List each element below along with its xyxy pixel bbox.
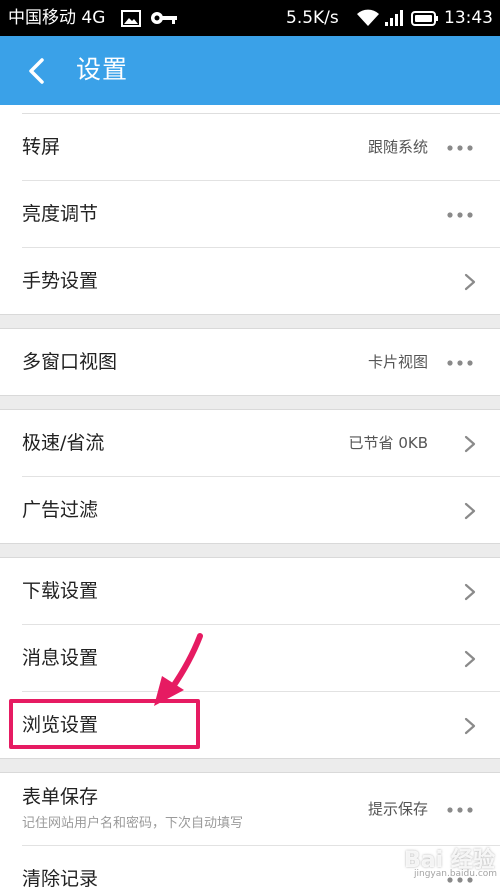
key-icon: [151, 12, 177, 24]
settings-item-brightness[interactable]: 亮度调节: [22, 181, 500, 248]
battery-icon: [411, 11, 438, 26]
settings-item-label: 手势设置: [22, 270, 99, 292]
status-bar: 中国移动 4G 5.5K/s 13:43: [0, 0, 500, 36]
settings-item-browsing[interactable]: 浏览设置: [22, 692, 500, 758]
chevron-right-icon: [464, 435, 476, 453]
settings-item-ad-filter[interactable]: 广告过滤: [22, 477, 500, 543]
chevron-right-icon: [464, 650, 476, 668]
settings-item-label: 转屏: [22, 136, 61, 158]
settings-item-multiwindow[interactable]: 多窗口视图 卡片视图: [22, 329, 500, 395]
signal-icon: [385, 10, 403, 26]
chevron-right-icon: [464, 273, 476, 291]
settings-group-speed: 极速/省流 已节省 0KB 广告过滤: [0, 409, 500, 544]
chevron-right-icon: [464, 502, 476, 520]
net-speed: 5.5K/s: [286, 8, 339, 28]
settings-item-label: 消息设置: [22, 647, 99, 669]
settings-item-gestures[interactable]: 手势设置: [22, 248, 500, 314]
settings-item-label: 表单保存: [22, 786, 99, 808]
settings-item-label: 亮度调节: [22, 203, 99, 225]
settings-group-privacy: 表单保存 记住网站用户名和密码，下次自动填写 提示保存 清除记录: [0, 772, 500, 888]
settings-item-download[interactable]: 下载设置: [22, 558, 500, 625]
back-arrow-icon[interactable]: [24, 56, 48, 86]
more-options-icon[interactable]: [447, 360, 473, 366]
wifi-icon: [357, 9, 379, 26]
settings-item-label: 多窗口视图: [22, 351, 118, 373]
settings-item-messages[interactable]: 消息设置: [22, 625, 500, 692]
settings-group-display: 转屏 跟随系统 亮度调节 手势设置: [0, 105, 500, 315]
settings-item-description: 记住网站用户名和密码，下次自动填写: [22, 816, 244, 831]
settings-item-value: 已节省 0KB: [348, 434, 428, 452]
more-options-icon[interactable]: [447, 807, 473, 813]
more-options-icon[interactable]: [447, 212, 473, 218]
settings-item-value: 提示保存: [367, 800, 428, 818]
app-bar: 设置: [0, 36, 500, 105]
screen: 中国移动 4G 5.5K/s 13:43 设置 转屏 跟随系统 亮度调节 手势设…: [0, 0, 500, 888]
settings-item-label: 清除记录: [22, 868, 99, 888]
settings-item-clear-history[interactable]: 清除记录: [22, 846, 500, 888]
settings-item-form-save[interactable]: 表单保存 记住网站用户名和密码，下次自动填写 提示保存: [22, 773, 500, 846]
chevron-right-icon: [464, 717, 476, 735]
chevron-right-icon: [464, 583, 476, 601]
page-title: 设置: [76, 55, 129, 84]
settings-list: 转屏 跟随系统 亮度调节 手势设置 多窗口视图 卡片视图 极速/省流 已节省 0…: [0, 105, 500, 888]
more-options-icon[interactable]: [447, 145, 473, 151]
settings-item-label: 广告过滤: [22, 499, 99, 521]
image-icon: [121, 10, 141, 27]
clock: 13:43: [444, 8, 493, 28]
settings-item-label: 极速/省流: [22, 432, 105, 454]
settings-group-general: 下载设置 消息设置 浏览设置: [0, 557, 500, 759]
more-options-icon[interactable]: [447, 877, 473, 883]
carrier-label: 中国移动 4G: [8, 8, 106, 28]
settings-item-speed-saver[interactable]: 极速/省流 已节省 0KB: [22, 410, 500, 477]
settings-item-label: 浏览设置: [22, 714, 99, 736]
settings-item-value: 卡片视图: [367, 353, 428, 371]
settings-group-multiwindow: 多窗口视图 卡片视图: [0, 328, 500, 396]
settings-item-label: 下载设置: [22, 580, 99, 602]
settings-item-value: 跟随系统: [367, 138, 428, 156]
settings-item-rotation[interactable]: 转屏 跟随系统: [22, 114, 500, 181]
